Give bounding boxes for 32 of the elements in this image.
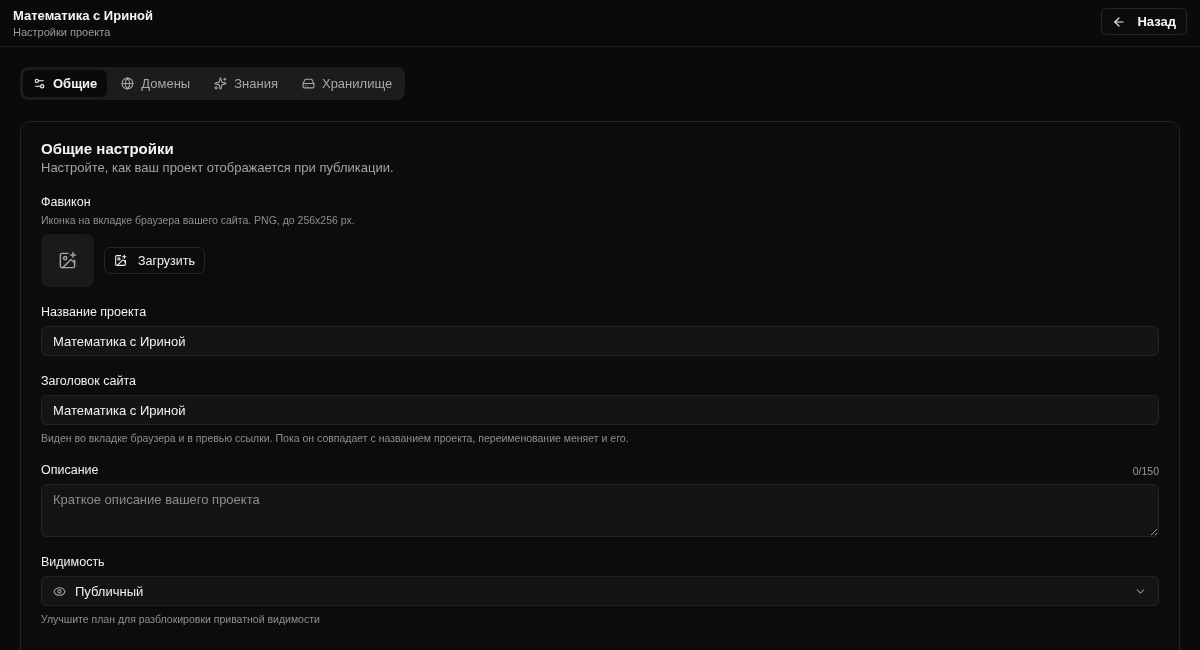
tab[interactable]: Знания	[204, 70, 288, 97]
globe-icon	[121, 77, 135, 90]
field-label: Фавикон	[41, 194, 92, 211]
section-description: Настройте, как ваш проект отображается при публикации.	[41, 159, 395, 177]
eye-icon	[53, 584, 66, 598]
section-title: Общие настройки	[41, 139, 175, 159]
back-button[interactable]: Назад	[1101, 8, 1187, 35]
field-label: Заголовок сайта	[41, 373, 136, 390]
field-label: Название проекта	[41, 304, 147, 321]
visibility-select[interactable]: Публичный	[41, 576, 1159, 606]
tab[interactable]: Домены	[111, 70, 201, 97]
field-label: Видимость	[41, 554, 105, 571]
tab[interactable]: Хранилище	[291, 70, 403, 97]
field-hint: Иконка на вкладке браузера вашего сайта. PNG, до 256x256 px.	[41, 213, 356, 227]
image-plus-icon	[58, 251, 77, 270]
character-counter: 0/150	[1132, 464, 1159, 477]
field-hint: Виден во вкладке браузера и в превью ссылки. Пока он совпадает с названием проекта, переименование меняет и его.	[41, 431, 630, 445]
field-hint: Улучшите план для разблокировки приватной видимости	[41, 612, 321, 626]
image-plus-icon	[114, 254, 127, 267]
sliders-icon	[33, 77, 46, 90]
field-label: Описание	[41, 462, 99, 479]
sparkles-icon	[214, 77, 228, 90]
project-title: Математика с Ириной	[13, 7, 153, 24]
tab[interactable]: Общие	[23, 70, 108, 97]
description-field[interactable]: Краткое описание вашего проекта	[41, 484, 1159, 537]
arrow-left-icon	[1112, 14, 1127, 29]
page-subtitle: Настройки проекта	[13, 25, 112, 39]
text-input[interactable]: Математика с Ириной	[41, 395, 1159, 425]
upload-button[interactable]: Загрузить	[104, 247, 206, 274]
text-input[interactable]: Математика с Ириной	[41, 326, 1159, 356]
hard-drive-icon	[301, 77, 315, 90]
favicon-placeholder[interactable]	[41, 234, 94, 287]
